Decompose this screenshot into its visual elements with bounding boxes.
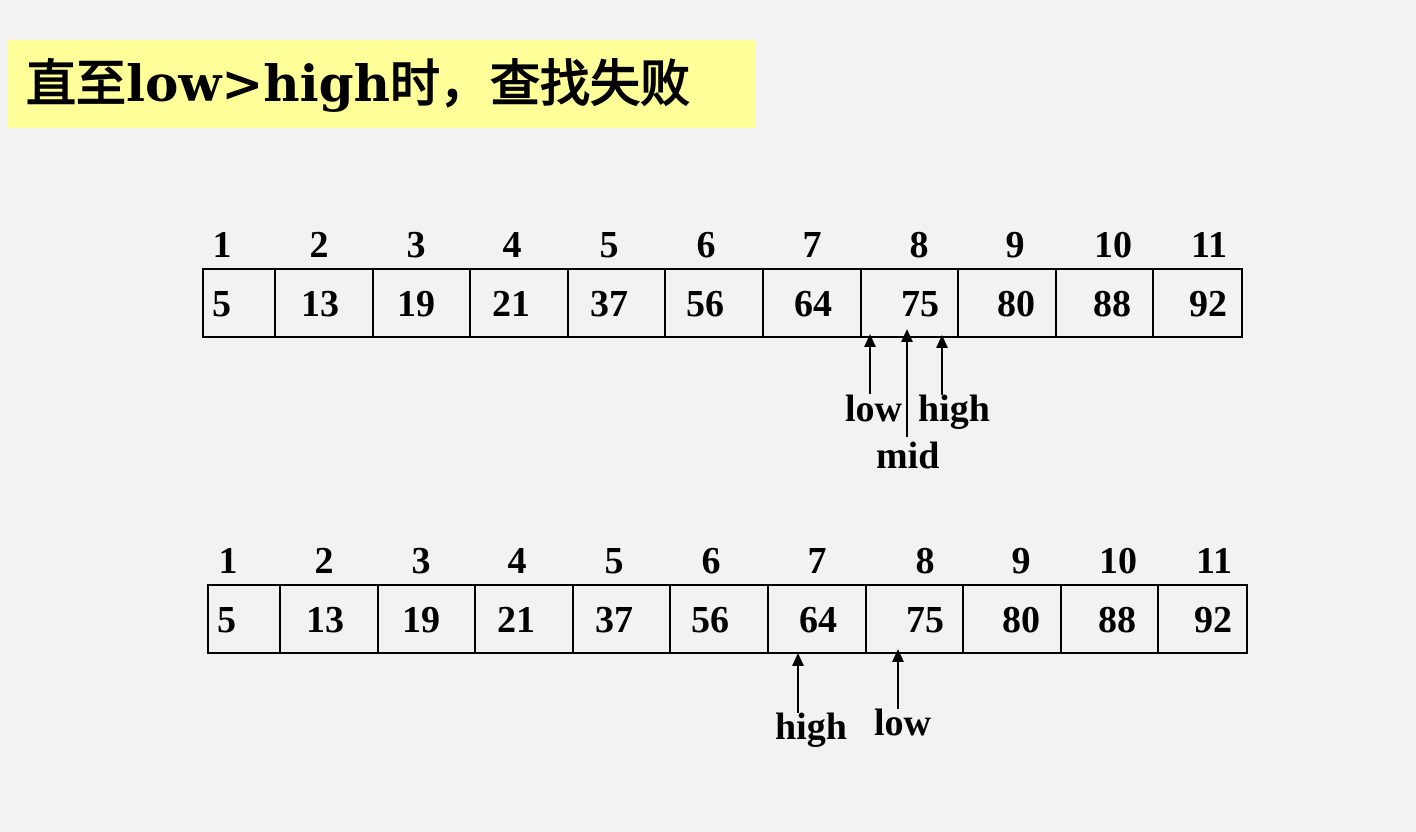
- array-cell-value: 80: [1002, 599, 1040, 641]
- cell-divider: [962, 586, 964, 652]
- array-index-label: 2: [314, 540, 334, 582]
- array-index-label: 11: [1196, 540, 1232, 582]
- array-index-label: 7: [807, 540, 827, 582]
- array-cell-value: 5: [217, 599, 236, 641]
- array-cell-value: 21: [497, 599, 535, 641]
- cell-divider: [474, 586, 476, 652]
- array-index-label: 3: [411, 540, 431, 582]
- array-cell-value: 75: [906, 599, 944, 641]
- low-pointer-arrow: [892, 649, 904, 709]
- cell-divider: [767, 586, 769, 652]
- cell-divider: [572, 586, 574, 652]
- array-diagram-2: 1 2 3 4 5 6 7 8 9 10 11 5 13 19 21 37 56 64 75 80 88 92 high…: [0, 0, 1416, 832]
- high-pointer-arrow: [792, 653, 804, 713]
- array-index-label: 10: [1099, 540, 1137, 582]
- low-pointer-label: low: [874, 702, 931, 744]
- cell-divider: [1060, 586, 1062, 652]
- cell-divider: [377, 586, 379, 652]
- array-cell-value: 92: [1194, 599, 1232, 641]
- array-index-label: 1: [218, 540, 238, 582]
- array-cells-2: 5 13 19 21 37 56 64 75 80 88 92: [207, 584, 1248, 654]
- array-index-label: 5: [604, 540, 624, 582]
- array-index-label: 9: [1011, 540, 1031, 582]
- array-index-label: 8: [915, 540, 935, 582]
- array-cell-value: 19: [402, 599, 440, 641]
- cell-divider: [279, 586, 281, 652]
- array-index-label: 6: [701, 540, 721, 582]
- array-cell-value: 13: [306, 599, 344, 641]
- array-cell-value: 88: [1098, 599, 1136, 641]
- array-cell-value: 64: [799, 599, 837, 641]
- cell-divider: [865, 586, 867, 652]
- array-cell-value: 37: [595, 599, 633, 641]
- array-index-label: 4: [507, 540, 527, 582]
- array-cell-value: 56: [691, 599, 729, 641]
- cell-divider: [669, 586, 671, 652]
- high-pointer-label: high: [775, 706, 847, 748]
- cell-divider: [1157, 586, 1159, 652]
